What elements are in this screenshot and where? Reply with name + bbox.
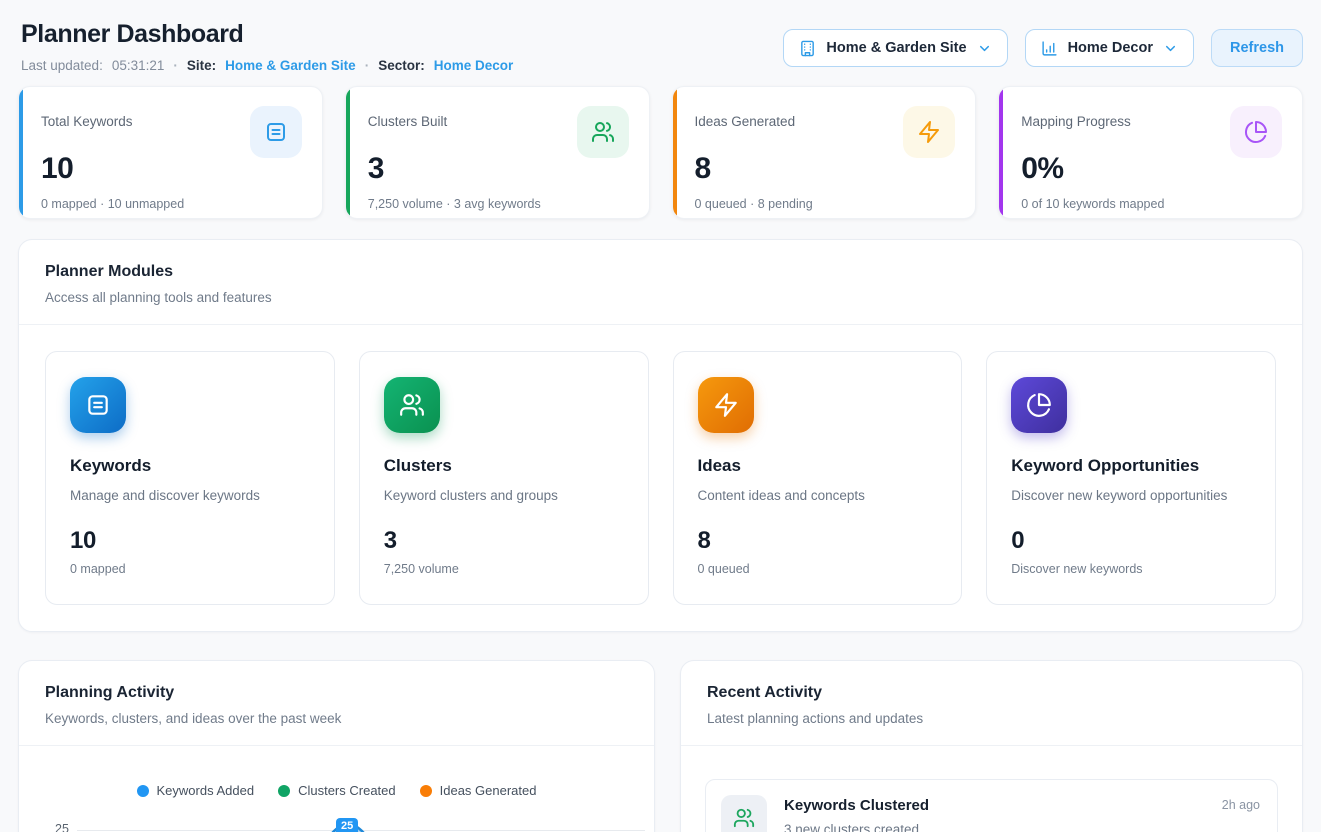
y-axis-tick: 25	[55, 822, 69, 832]
module-value: 0	[1011, 527, 1251, 555]
users-icon	[384, 377, 440, 433]
stat-label: Ideas Generated	[695, 114, 796, 129]
legend-label: Keywords Added	[157, 783, 255, 798]
module-sub: 0 queued	[698, 562, 938, 576]
module-card-keywords[interactable]: Keywords Manage and discover keywords 10…	[45, 351, 335, 605]
module-sub: 7,250 volume	[384, 562, 624, 576]
recent-activity-panel: Recent Activity Latest planning actions …	[680, 660, 1303, 832]
legend-dot-orange	[420, 785, 432, 797]
modules-panel-header: Planner Modules Access all planning tool…	[19, 240, 1302, 325]
stat-sub: 0 of 10 keywords mapped	[1021, 197, 1282, 211]
sector-selector-label: Home Decor	[1068, 40, 1153, 56]
stats-row: Total Keywords 10 0 mapped · 10 unmapped…	[0, 86, 1321, 219]
stat-card-ideas-generated: Ideas Generated 8 0 queued · 8 pending	[672, 86, 977, 219]
meta-separator: ·	[173, 58, 178, 73]
module-sub: Discover new keywords	[1011, 562, 1251, 576]
site-selector-label: Home & Garden Site	[826, 40, 966, 56]
planning-activity-title: Planning Activity	[45, 684, 628, 702]
activity-chart: 25 25 24	[19, 798, 654, 832]
stat-label: Clusters Built	[368, 114, 448, 129]
stat-sub: 0 queued · 8 pending	[695, 197, 956, 211]
users-icon	[577, 106, 629, 158]
sector-label: Sector:	[378, 58, 425, 73]
modules-title: Planner Modules	[45, 263, 1276, 281]
stat-label: Mapping Progress	[1021, 114, 1131, 129]
legend-dot-blue	[137, 785, 149, 797]
module-description: Content ideas and concepts	[698, 488, 938, 503]
bar-chart-icon	[1041, 40, 1058, 57]
header-controls: Home & Garden Site Home Decor Refresh	[783, 29, 1303, 67]
module-value: 10	[70, 527, 310, 555]
module-title: Keyword Opportunities	[1011, 456, 1251, 476]
refresh-button[interactable]: Refresh	[1211, 29, 1303, 67]
activity-item-keywords-clustered: Keywords Clustered 2h ago 3 new clusters…	[705, 779, 1278, 832]
recent-activity-list: Keywords Clustered 2h ago 3 new clusters…	[681, 746, 1302, 832]
modules-grid: Keywords Manage and discover keywords 10…	[19, 325, 1302, 631]
activity-item-time: 2h ago	[1222, 798, 1260, 812]
planning-activity-subtitle: Keywords, clusters, and ideas over the p…	[45, 711, 628, 726]
pie-chart-icon	[1230, 106, 1282, 158]
chevron-down-icon	[1163, 41, 1178, 56]
stat-card-clusters-built: Clusters Built 3 7,250 volume · 3 avg ke…	[345, 86, 650, 219]
stat-sub: 7,250 volume · 3 avg keywords	[368, 197, 629, 211]
recent-activity-subtitle: Latest planning actions and updates	[707, 711, 1276, 726]
module-description: Manage and discover keywords	[70, 488, 310, 503]
recent-activity-title: Recent Activity	[707, 684, 1276, 702]
page-header: Planner Dashboard Last updated: 05:31:21…	[0, 0, 1321, 73]
module-card-ideas[interactable]: Ideas Content ideas and concepts 8 0 que…	[673, 351, 963, 605]
activity-item-body: Keywords Clustered 2h ago 3 new clusters…	[784, 795, 1260, 832]
legend-item-ideas-generated[interactable]: Ideas Generated	[420, 783, 537, 798]
chevron-down-icon	[977, 41, 992, 56]
header-meta: Last updated: 05:31:21 · Site: Home & Ga…	[21, 58, 513, 73]
modules-subtitle: Access all planning tools and features	[45, 290, 1276, 305]
stat-label: Total Keywords	[41, 114, 133, 129]
page-title: Planner Dashboard	[21, 20, 513, 49]
stat-card-mapping-progress: Mapping Progress 0% 0 of 10 keywords map…	[998, 86, 1303, 219]
stat-sub: 0 mapped · 10 unmapped	[41, 197, 302, 211]
pie-chart-icon	[1011, 377, 1067, 433]
last-updated-label: Last updated:	[21, 58, 103, 73]
sector-selector-dropdown[interactable]: Home Decor	[1025, 29, 1194, 67]
module-value: 3	[384, 527, 624, 555]
module-card-clusters[interactable]: Clusters Keyword clusters and groups 3 7…	[359, 351, 649, 605]
module-title: Keywords	[70, 456, 310, 476]
module-card-keyword-opportunities[interactable]: Keyword Opportunities Discover new keywo…	[986, 351, 1276, 605]
sector-link[interactable]: Home Decor	[434, 58, 514, 73]
planning-activity-header: Planning Activity Keywords, clusters, an…	[19, 661, 654, 746]
document-icon	[250, 106, 302, 158]
keywords-added-curve	[77, 804, 647, 832]
activity-item-description: 3 new clusters created	[784, 822, 1260, 832]
last-updated-value: 05:31:21	[112, 58, 165, 73]
document-icon	[70, 377, 126, 433]
planner-dashboard-page: Planner Dashboard Last updated: 05:31:21…	[0, 0, 1321, 832]
site-selector-dropdown[interactable]: Home & Garden Site	[783, 29, 1007, 67]
activity-item-title: Keywords Clustered	[784, 797, 929, 814]
zap-icon	[903, 106, 955, 158]
legend-item-clusters-created[interactable]: Clusters Created	[278, 783, 396, 798]
data-point-label: 25	[336, 818, 358, 832]
planning-activity-panel: Planning Activity Keywords, clusters, an…	[18, 660, 655, 832]
site-link[interactable]: Home & Garden Site	[225, 58, 356, 73]
legend-label: Ideas Generated	[440, 783, 537, 798]
module-description: Keyword clusters and groups	[384, 488, 624, 503]
chart-legend: Keywords Added Clusters Created Ideas Ge…	[19, 783, 654, 798]
zap-icon	[698, 377, 754, 433]
legend-item-keywords-added[interactable]: Keywords Added	[137, 783, 255, 798]
users-icon	[721, 795, 767, 832]
module-description: Discover new keyword opportunities	[1011, 488, 1251, 503]
legend-label: Clusters Created	[298, 783, 396, 798]
legend-dot-green	[278, 785, 290, 797]
stat-card-total-keywords: Total Keywords 10 0 mapped · 10 unmapped	[18, 86, 323, 219]
module-title: Clusters	[384, 456, 624, 476]
module-title: Ideas	[698, 456, 938, 476]
header-left: Planner Dashboard Last updated: 05:31:21…	[21, 20, 513, 73]
site-label: Site:	[187, 58, 216, 73]
building-icon	[799, 40, 816, 57]
planner-modules-panel: Planner Modules Access all planning tool…	[18, 239, 1303, 632]
recent-activity-header: Recent Activity Latest planning actions …	[681, 661, 1302, 746]
meta-separator: ·	[365, 58, 370, 73]
module-sub: 0 mapped	[70, 562, 310, 576]
bottom-row: Planning Activity Keywords, clusters, an…	[18, 660, 1303, 832]
module-value: 8	[698, 527, 938, 555]
